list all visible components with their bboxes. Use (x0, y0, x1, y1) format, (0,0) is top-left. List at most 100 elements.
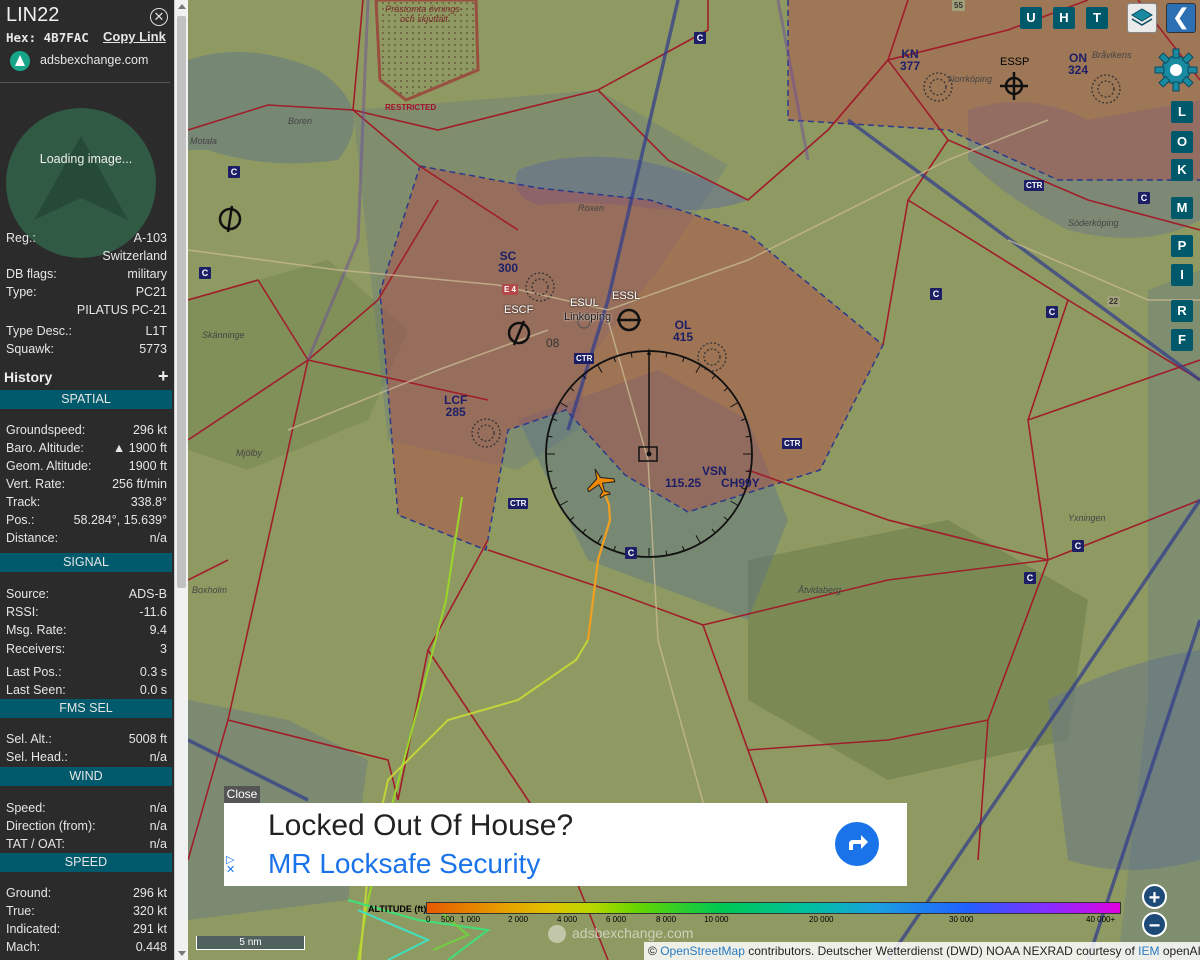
fms-row: Sel. Head.: n/a (6, 750, 167, 767)
section-header-fms[interactable]: FMS SEL (0, 699, 172, 718)
signal-row: Source: ADS-B (6, 587, 167, 604)
speed-label: Mach: (6, 940, 41, 954)
speed-label: Ground: (6, 886, 52, 900)
wind-label: TAT / OAT: (6, 837, 65, 851)
fms-row: Sel. Alt.: 5008 ft (6, 732, 167, 749)
map-button-p[interactable]: P (1171, 235, 1193, 257)
altitude-tick-label: 1 000 (460, 915, 481, 924)
speed-row: True: 320 kt (6, 904, 167, 921)
speed-row: Indicated: 291 kt (6, 922, 167, 939)
spatial-row: Distance: n/a (6, 531, 167, 548)
signal-value: 0.0 s (139, 683, 167, 697)
ad-arrow-button[interactable] (835, 822, 879, 866)
spatial-value: 1900 ft (128, 459, 167, 473)
detail-value: PC21 (135, 285, 167, 299)
map-button-u[interactable]: U (1020, 7, 1042, 29)
speed-value: 320 kt (132, 904, 167, 918)
ctr-label: CTR (1024, 180, 1045, 191)
zoom-out-button[interactable]: − (1142, 912, 1167, 937)
scroll-down-icon[interactable] (178, 951, 186, 956)
speed-row: Mach: 0.448 (6, 940, 167, 957)
history-expand-icon[interactable]: + (158, 366, 169, 387)
speed-value: 296 kt (132, 886, 167, 900)
copy-link[interactable]: Copy Link (103, 29, 166, 44)
vsn-identifier: CH99Y (721, 476, 760, 490)
iem-link[interactable]: IEM (1138, 944, 1159, 958)
spatial-row: Pos.: 58.284°, 15.639° (6, 513, 167, 530)
map-attribution: © OpenStreetMap contributors. Deutscher … (644, 942, 1200, 960)
layers-icon (1131, 8, 1153, 26)
ctr-label: CTR (508, 498, 529, 509)
map-button-t[interactable]: T (1086, 7, 1108, 29)
close-icon[interactable]: ✕ (150, 8, 168, 26)
openstreetmap-link[interactable]: OpenStreetMap (660, 944, 745, 958)
ctr-label: CTR (782, 438, 803, 449)
map-button-l[interactable]: L (1171, 101, 1193, 123)
section-header-signal[interactable]: SIGNAL (0, 553, 172, 572)
section-header-spatial[interactable]: SPATIAL (0, 390, 172, 409)
scroll-up-icon[interactable] (178, 4, 186, 9)
detail-value: PILATUS PC-21 (76, 303, 167, 317)
ad-headline[interactable]: Locked Out Of House? (268, 809, 573, 843)
signal-label: RSSI: (6, 605, 39, 619)
altitude-legend: ALTITUDE (ft) 0 500 1 000 2 000 4 000 6 000 8 … (362, 898, 1124, 928)
bravik-label: Bråvikens (1092, 50, 1132, 60)
ad-advertiser[interactable]: MR Locksafe Security (268, 848, 540, 880)
back-button[interactable]: ❮ (1166, 3, 1196, 33)
escf-label: ESCF (504, 304, 534, 316)
speed-label: True: (6, 904, 35, 918)
mjolby-label: Mjölby (236, 448, 263, 458)
speed-row: Ground: 296 kt (6, 886, 167, 903)
map-button-f[interactable]: F (1171, 329, 1193, 351)
wind-row: TAT / OAT: n/a (6, 837, 167, 854)
signal-value: -11.6 (139, 605, 167, 619)
signal-value: 9.4 (149, 623, 167, 637)
aircraft-info-sidebar: LIN22 ✕ Hex: 4B7FAC Copy Link adsbexchan… (0, 0, 174, 960)
signal-row: Msg. Rate: 9.4 (6, 623, 167, 640)
skanninge-label: Skänninge (202, 330, 245, 340)
detail-row: Type Desc.: L1T (6, 324, 167, 341)
on-label: ON 324 (1068, 51, 1089, 77)
spatial-label: Groundspeed: (6, 423, 86, 437)
zoom-in-button[interactable]: + (1142, 884, 1167, 909)
detail-row: Switzerland (6, 249, 167, 266)
altitude-ticks: 0 500 1 000 2 000 4 000 6 000 8 000 10 000 20 00… (362, 915, 1124, 927)
road-22-label: 22 (1107, 296, 1120, 307)
map-button-r[interactable]: R (1171, 300, 1193, 322)
advertisement-banner[interactable]: Locked Out Of House? MR Locksafe Securit… (224, 803, 907, 886)
scrollbar-thumb[interactable] (177, 16, 186, 588)
airspace-class-c-badge: C (1138, 192, 1150, 204)
spatial-row: Groundspeed: 296 kt (6, 423, 167, 440)
section-header-speed[interactable]: SPEED (0, 853, 172, 872)
altitude-color-gradient (426, 902, 1121, 914)
map-button-o[interactable]: O (1171, 131, 1193, 153)
signal-label: Msg. Rate: (6, 623, 67, 637)
detail-row: Squawk: 5773 (6, 342, 167, 359)
detail-value: military (127, 267, 167, 281)
history-heading[interactable]: History (4, 369, 52, 385)
map-button-k[interactable]: K (1171, 159, 1193, 181)
map-button-h[interactable]: H (1053, 7, 1075, 29)
sc-label: SC 300 (498, 249, 519, 275)
altitude-tick-label: 20 000 (809, 915, 834, 924)
layers-button[interactable] (1127, 3, 1157, 33)
detail-row: Type: PC21 (6, 285, 167, 302)
map-button-m[interactable]: M (1171, 197, 1193, 219)
wind-row: Direction (from): n/a (6, 819, 167, 836)
spatial-value: n/a (149, 531, 167, 545)
sidebar-scrollbar[interactable] (174, 0, 188, 960)
lcf-label: LCF 285 (444, 393, 468, 419)
section-header-wind[interactable]: WIND (0, 767, 172, 786)
spatial-value: 296 kt (132, 423, 167, 437)
signal-row: Last Pos.: 0.3 s (6, 665, 167, 682)
detail-row: DB flags: military (6, 267, 167, 284)
signal-label: Source: (6, 587, 50, 601)
map-button-i[interactable]: I (1171, 264, 1193, 286)
aircraft-photo[interactable]: Loading image... (6, 88, 156, 258)
adchoices-icon[interactable]: ▷ ✕ (226, 855, 235, 876)
ad-close-button[interactable]: Close (224, 786, 260, 803)
settings-gear-icon[interactable] (1153, 47, 1199, 93)
airspace-class-c-badge: C (199, 267, 211, 279)
adsbexchange-text: adsbexchange.com (40, 53, 149, 67)
spatial-label: Baro. Altitude: (6, 441, 84, 455)
